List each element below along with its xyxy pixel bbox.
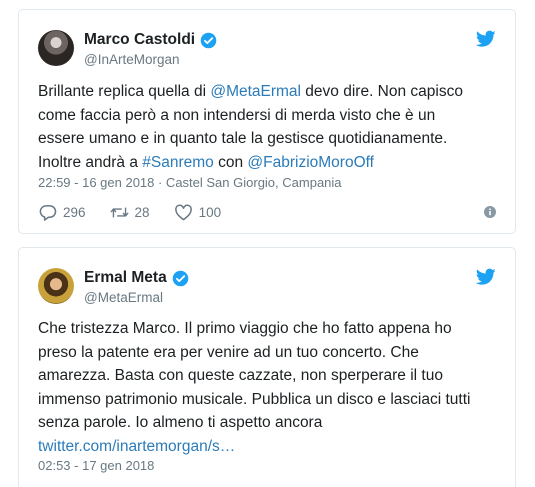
retweet-button[interactable]: 28 xyxy=(110,204,150,221)
tweet-text: Che tristezza Marco. Il primo viaggio ch… xyxy=(38,317,501,458)
mention-link[interactable]: @FabrizioMoroOff xyxy=(247,154,374,171)
tweet-timestamp[interactable]: 22:59 - 16 gen 2018 · Castel San Giorgio… xyxy=(38,175,342,190)
text-span: con xyxy=(213,153,248,171)
tweet-actions: 296 28 100 xyxy=(38,202,496,222)
text-span: Inoltre andrà a xyxy=(38,153,143,171)
tweet-text-line: Che tristezza Marco. Il primo viaggio ch… xyxy=(38,320,452,337)
tweet-text-line: Inoltre andrà a #Sanremo con @FabrizioMo… xyxy=(38,151,501,175)
text-span: come faccia però a non intendersi di mer… xyxy=(38,106,436,124)
mention-link[interactable]: @MetaErmal xyxy=(210,83,301,100)
hashtag-link[interactable]: #Sanremo xyxy=(142,154,214,171)
author-name-row[interactable]: Marco Castoldi xyxy=(84,31,217,49)
twitter-bird-icon[interactable] xyxy=(476,30,496,48)
verified-badge-icon xyxy=(200,32,217,48)
url-link[interactable]: twitter.com/inartemorgan/s… xyxy=(38,435,501,459)
author-name[interactable]: Marco Castoldi xyxy=(84,31,195,49)
text-span: Brillante replica quella di xyxy=(38,83,211,100)
reply-icon xyxy=(39,204,57,221)
tweet-card-marco[interactable]: Marco Castoldi @InArteMorgan Brillante r… xyxy=(18,9,516,234)
avatar[interactable] xyxy=(38,268,74,304)
tweet-text-line: immenso patrimonio musicale. Pubblica un… xyxy=(38,390,471,408)
author-handle[interactable]: @InArteMorgan xyxy=(84,52,180,67)
retweet-icon xyxy=(110,206,128,218)
author-name-row[interactable]: Ermal Meta xyxy=(84,269,189,287)
author-name[interactable]: Ermal Meta xyxy=(84,269,167,287)
verified-badge-icon xyxy=(172,270,188,286)
reply-count: 296 xyxy=(63,204,86,220)
heart-icon xyxy=(174,204,192,220)
tweet-timestamp[interactable]: 02:53 - 17 gen 2018 xyxy=(38,458,154,473)
text-span: essere umano e in quanto tale la gestisc… xyxy=(38,130,448,147)
tweet-text-line: Brillante replica quella di @MetaErmal d… xyxy=(38,80,501,104)
tweet-text-line: essere umano e in quanto tale la gestisc… xyxy=(38,127,501,151)
like-button[interactable]: 100 xyxy=(174,204,222,221)
tweet-text-line: amarezza. Basta con queste cazzate, non … xyxy=(38,367,443,384)
tweet-text-line: preso la patente era per venire ad un tu… xyxy=(38,343,419,361)
text-span: devo dire. Non capisco xyxy=(301,83,463,100)
info-icon[interactable] xyxy=(484,206,496,218)
tweet-text: Brillante replica quella di @MetaErmal d… xyxy=(38,80,501,174)
twitter-bird-icon[interactable] xyxy=(476,268,496,286)
retweet-count: 28 xyxy=(134,204,150,220)
tweet-card-ermal[interactable]: Ermal Meta @MetaErmal Che tristezza Marc… xyxy=(18,247,516,487)
author-handle[interactable]: @MetaErmal xyxy=(84,290,163,305)
reply-button[interactable]: 296 xyxy=(38,204,86,221)
tweet-text-line: come faccia però a non intendersi di mer… xyxy=(38,104,501,128)
avatar[interactable] xyxy=(38,30,74,66)
like-count: 100 xyxy=(198,204,222,220)
tweet-text-line: senza parole. Io almeno ti aspetto ancor… xyxy=(38,414,323,431)
